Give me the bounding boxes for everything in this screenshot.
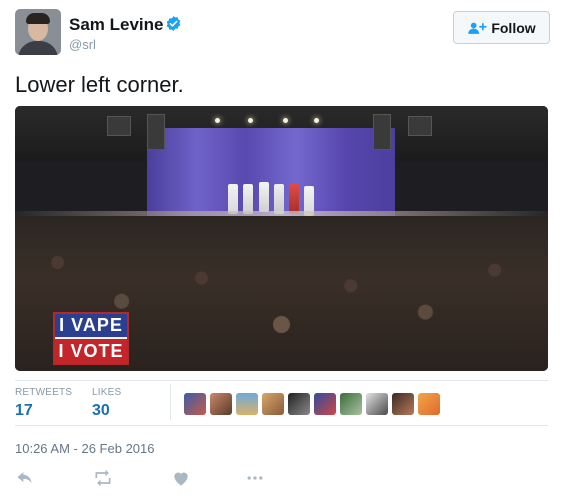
liker-avatar[interactable] <box>340 393 362 415</box>
divider <box>15 380 548 381</box>
speaker-stack <box>373 114 391 150</box>
retweets-stat[interactable]: RETWEETS 17 <box>15 387 72 420</box>
author-name[interactable]: Sam Levine <box>69 15 164 35</box>
author-avatar[interactable] <box>15 9 61 55</box>
liker-avatar[interactable] <box>314 393 336 415</box>
liker-avatar[interactable] <box>288 393 310 415</box>
likes-stat[interactable]: LIKES 30 <box>92 387 121 420</box>
stats-separator <box>170 384 171 420</box>
more-icon[interactable] <box>245 468 265 488</box>
retweet-icon[interactable] <box>93 468 113 488</box>
verified-badge-icon <box>166 16 181 31</box>
retweets-label: RETWEETS <box>15 387 73 398</box>
tweet-timestamp[interactable]: 10:26 AM - 26 Feb 2016 <box>15 441 154 456</box>
tweet-text: Lower left corner. <box>15 72 184 97</box>
liker-avatar[interactable] <box>236 393 258 415</box>
liker-avatar[interactable] <box>184 393 206 415</box>
speaker-stack <box>147 114 165 150</box>
like-icon[interactable] <box>171 468 191 488</box>
retweets-count: 17 <box>15 402 33 419</box>
flag <box>274 184 284 214</box>
likes-count: 30 <box>92 402 110 419</box>
flag <box>259 182 269 212</box>
sign-line-1: I VAPE <box>55 314 127 337</box>
follow-button-label: Follow <box>491 19 536 36</box>
flag <box>243 184 253 214</box>
liker-avatar[interactable] <box>366 393 388 415</box>
liker-avatar[interactable] <box>418 393 440 415</box>
liker-avatar[interactable] <box>262 393 284 415</box>
protest-sign: I VAPE I VOTE <box>53 312 129 365</box>
follow-button[interactable]: Follow <box>453 11 550 44</box>
liker-avatars <box>184 393 440 415</box>
add-user-icon <box>468 22 487 34</box>
reply-icon[interactable] <box>15 468 35 488</box>
tweet-photo[interactable]: I VAPE I VOTE <box>15 106 548 371</box>
liker-avatar[interactable] <box>210 393 232 415</box>
flag <box>228 184 238 214</box>
tweet-actions <box>15 468 275 488</box>
liker-avatar[interactable] <box>392 393 414 415</box>
likes-label: LIKES <box>92 387 122 398</box>
tweet-header: Sam Levine @srl Follow <box>15 9 550 59</box>
flag <box>289 184 299 214</box>
sign-line-2: I VOTE <box>55 339 127 363</box>
divider <box>15 425 548 426</box>
author-handle[interactable]: @srl <box>69 37 96 52</box>
